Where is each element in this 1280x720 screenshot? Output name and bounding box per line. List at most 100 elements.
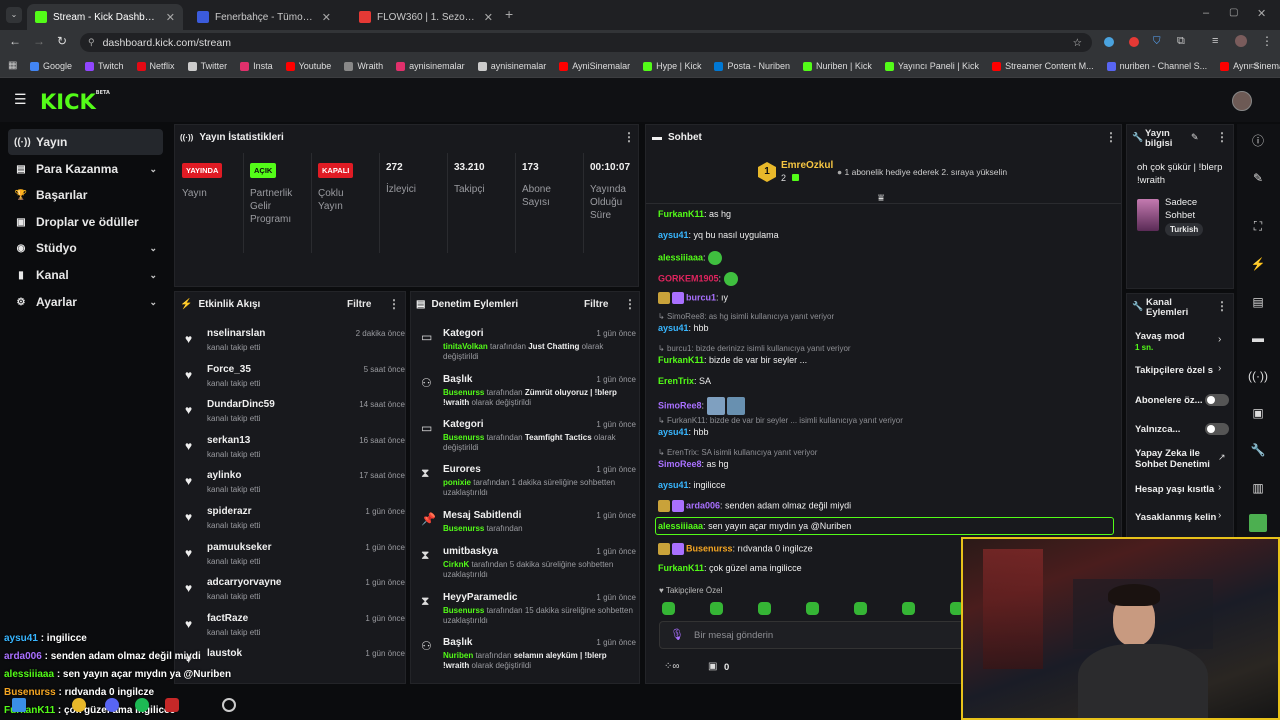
chat-message[interactable]: aysu41: hbb <box>658 427 709 437</box>
chat-message[interactable]: aysu41: yq bu nasıl uygulama <box>658 230 779 240</box>
moderation-item[interactable]: ⧗ Eurores 1 gün önce ponixie tarafından 1 d… <box>421 464 636 504</box>
fullscreen-icon[interactable]: ⛶ <box>1239 214 1277 238</box>
forward-icon[interactable]: → <box>33 34 45 48</box>
chat-menu-icon[interactable]: ⋮ <box>1105 130 1117 144</box>
activity-username[interactable]: Force_35 <box>207 364 251 375</box>
bookmark-item[interactable]: Yayıncı Paneli | Kick <box>884 61 979 71</box>
close-window-icon[interactable]: ✕ <box>1257 7 1266 20</box>
chat-message[interactable]: aysu41: ingilicce <box>658 480 726 490</box>
moderation-item[interactable]: ▭ Kategori 1 gün önce Busenurss tarafından … <box>421 419 636 459</box>
tab-close-icon[interactable]: ✕ <box>484 11 493 24</box>
shield-extension-icon[interactable]: ⛉ <box>1153 36 1161 47</box>
ai-moderation-link[interactable]: Yapay Zeka ile Sohbet Denetimi <box>1135 448 1223 470</box>
chevron-down-icon[interactable]: ⌄ <box>149 297 157 308</box>
chevron-right-icon[interactable]: › <box>1218 363 1221 374</box>
account-age-restriction[interactable]: Hesap yaşı kısıtla <box>1135 484 1217 495</box>
activity-username[interactable]: DundarDinc59 <box>207 399 275 410</box>
nav-item-0[interactable]: ((·)) Yayın <box>8 129 163 155</box>
external-link-icon[interactable]: ↗ <box>1218 452 1226 463</box>
subscribers-only-toggle[interactable] <box>1205 394 1229 406</box>
activity-item[interactable]: ♥ factRaze kanalı takip etti 1 gün önce <box>185 613 405 648</box>
activity-username[interactable]: adcarryorvayne <box>207 577 282 588</box>
chat-message[interactable]: FurkanK11: çok güzel ama ingilicce <box>658 563 802 573</box>
chat-message[interactable]: Busenurss: rıdvanda 0 ingilcze <box>658 543 813 555</box>
activity-username[interactable]: laustok <box>207 648 242 659</box>
moderator-name[interactable]: tinitaVolkan <box>443 342 488 351</box>
followers-only-mode[interactable]: Takipçilere özel s <box>1135 365 1215 376</box>
site-info-icon[interactable]: ⚲ <box>88 37 95 48</box>
apps-grid-icon[interactable]: ▦ <box>8 60 17 71</box>
activity-item[interactable]: ♥ DundarDinc59 kanalı takip etti 14 saat ön… <box>185 399 405 434</box>
moderator-name[interactable]: CirknK <box>443 560 469 569</box>
top-gifter-name[interactable]: EmreOzkul <box>781 160 833 171</box>
activity-item[interactable]: ♥ Force_35 kanalı takip etti 5 saat önce <box>185 364 405 399</box>
chat-username[interactable]: SimoRee8 <box>658 400 702 410</box>
chat-username[interactable]: FurkanK11 <box>658 209 704 219</box>
bookmark-item[interactable]: Wraith <box>344 61 383 71</box>
chat-username[interactable]: Busenurss <box>686 543 733 553</box>
moderator-name[interactable]: Busenurss <box>443 606 484 615</box>
stats-menu-icon[interactable]: ⋮ <box>623 130 635 144</box>
activity-username[interactable]: aylinko <box>207 470 241 481</box>
microphone-icon[interactable]: 🎙 <box>670 628 684 641</box>
reading-list-icon[interactable]: ≡ <box>1212 35 1218 47</box>
nav-item-6[interactable]: ⚙ Ayarlar ⌄ <box>8 289 163 315</box>
tab-close-icon[interactable]: ✕ <box>166 11 175 24</box>
nav-item-3[interactable]: ▣ Droplar ve ödüller <box>8 209 163 235</box>
activity-username[interactable]: serkan13 <box>207 435 250 446</box>
nav-item-4[interactable]: ◉ Stüdyo ⌄ <box>8 235 163 261</box>
bookmark-item[interactable]: aynisinemalar <box>396 61 465 71</box>
bookmark-item[interactable]: Posta - Nuriben <box>714 61 790 71</box>
bookmark-item[interactable]: AyniSinemalar <box>559 61 630 71</box>
category-thumbnail[interactable] <box>1137 199 1159 231</box>
bookmark-item[interactable]: Youtube <box>285 61 331 71</box>
moderator-name[interactable]: Nuriben <box>443 651 473 660</box>
wrench-icon[interactable]: 🔧 <box>1239 438 1277 462</box>
chat-username[interactable]: aysu41 <box>658 323 689 333</box>
slow-mode-label[interactable]: Yavaş mod <box>1135 331 1227 342</box>
chevron-down-icon[interactable]: ⌄ <box>149 243 157 254</box>
activity-item[interactable]: ♥ spiderazr kanalı takip etti 1 gün önce <box>185 506 405 541</box>
user-avatar[interactable] <box>1232 91 1252 111</box>
chevron-right-icon[interactable]: › <box>1218 510 1221 521</box>
bookmark-item[interactable]: Twitter <box>187 61 227 71</box>
moderation-item[interactable]: ▭ Kategori 1 gün önce tinitaVolkan tarafınd… <box>421 328 636 368</box>
chat-username[interactable]: alessiiiaaa <box>658 252 703 262</box>
tab-search-icon[interactable]: ⌄ <box>6 7 22 23</box>
chat-username[interactable]: FurkanK11 <box>658 563 704 573</box>
chat-username[interactable]: FurkanK11 <box>658 355 704 365</box>
chat-username[interactable]: aysu41 <box>658 230 689 240</box>
chrome-taskbar-icon[interactable] <box>72 698 86 712</box>
bookmarks-folder-icon[interactable]: ▭ <box>1250 60 1259 71</box>
app-taskbar-icon[interactable] <box>165 698 179 712</box>
activity-menu-icon[interactable]: ⋮ <box>388 297 400 311</box>
back-icon[interactable]: ← <box>9 34 21 48</box>
nav-item-5[interactable]: ▮ Kanal ⌄ <box>8 262 163 288</box>
nav-item-1[interactable]: ▤ Para Kazanma ⌄ <box>8 156 163 182</box>
nav-item-2[interactable]: 🏆 Başarılar <box>8 182 163 208</box>
minimize-icon[interactable]: – <box>1203 7 1209 19</box>
moderation-item[interactable]: 📌 Mesaj Sabitlendi 1 gün önce Busenurss tar… <box>421 510 636 550</box>
activity-filter-button[interactable]: Filtre <box>347 299 371 310</box>
moderation-item[interactable]: ⧗ HeyyParamedic 1 gün önce Busenurss tarafı… <box>421 592 636 632</box>
chevron-down-icon[interactable]: ⌄ <box>149 164 157 175</box>
profile-avatar[interactable] <box>1235 35 1247 47</box>
tab-close-icon[interactable]: ✕ <box>322 11 331 24</box>
activity-username[interactable]: spiderazr <box>207 506 251 517</box>
lightning-icon[interactable]: ⚡ <box>1239 252 1277 276</box>
activity-username[interactable]: nselinarslan <box>207 328 265 339</box>
edit-pencil-icon[interactable]: ✎ <box>1191 132 1199 143</box>
moderator-name[interactable]: Busenurss <box>443 388 484 397</box>
spotify-taskbar-icon[interactable] <box>135 698 149 712</box>
chat-message[interactable]: FurkanK11: as hg <box>658 209 731 219</box>
emote-picker-icon[interactable] <box>902 602 915 615</box>
chat-username[interactable]: burcu1 <box>686 292 716 302</box>
layout-icon[interactable]: ▣ <box>1239 401 1277 425</box>
moderation-item[interactable]: ⚇ Başlık 1 gün önce Nuriben tarafından sela… <box>421 637 636 677</box>
emote-picker-icon[interactable] <box>806 602 819 615</box>
emote-only-toggle[interactable] <box>1205 423 1229 435</box>
bookmark-item[interactable]: Streamer Content M... <box>992 61 1094 71</box>
chat-username[interactable]: aysu41 <box>658 427 689 437</box>
restore-icon[interactable]: ▢ <box>1229 7 1238 18</box>
chat-username[interactable]: arda006 <box>686 500 720 510</box>
